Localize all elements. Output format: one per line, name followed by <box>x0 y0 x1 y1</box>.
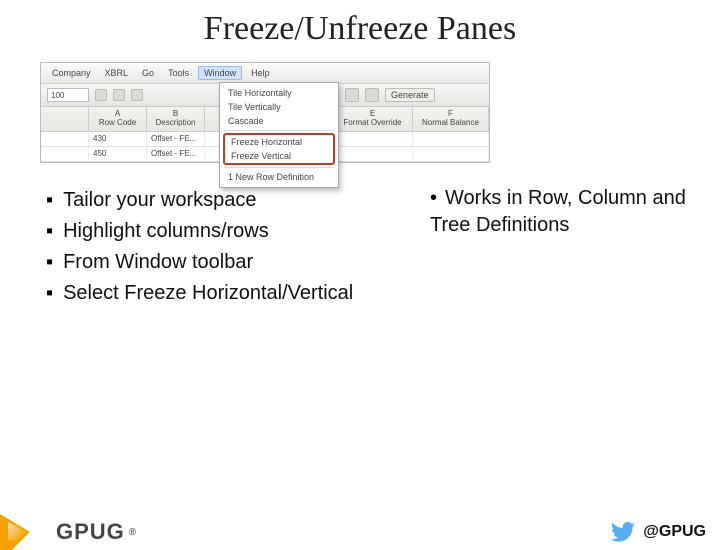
menu-freeze-vertical[interactable]: Freeze Vertical <box>225 149 333 163</box>
generate-button[interactable]: Generate <box>385 88 435 102</box>
col-f: FNormal Balance <box>413 107 489 131</box>
menu-freeze-horizontal[interactable]: Freeze Horizontal <box>225 135 333 149</box>
menu-tile-vertically[interactable]: Tile Vertically <box>220 100 338 114</box>
cell[interactable]: 450 <box>89 147 147 161</box>
italic-icon[interactable] <box>113 89 125 101</box>
list-item: Select Freeze Horizontal/Vertical <box>46 278 426 309</box>
content-area: Tailor your workspace Highlight columns/… <box>0 185 720 309</box>
twitter-icon <box>611 522 635 542</box>
logo-text: GPUG ® <box>56 519 137 545</box>
footer: GPUG ® @GPUG <box>0 514 720 550</box>
toolbar: 100 Generate Tile Horizontally Tile Vert… <box>41 84 489 107</box>
col-e: EFormat Override <box>333 107 413 131</box>
registered-mark: ® <box>129 527 137 538</box>
bullets-left: Tailor your workspace Highlight columns/… <box>46 185 426 309</box>
list-item: Tailor your workspace <box>46 185 426 216</box>
logo-flare-icon <box>0 514 60 550</box>
list-item: Works in Row, Column and Tree Definition… <box>430 185 710 239</box>
menu-tools[interactable]: Tools <box>163 67 194 79</box>
bold-icon[interactable] <box>95 89 107 101</box>
col-a: ARow Code <box>89 107 147 131</box>
list-item: Highlight columns/rows <box>46 216 426 247</box>
twitter-handle: @GPUG <box>643 523 706 541</box>
zoom-input[interactable]: 100 <box>47 88 89 102</box>
bullets-right: Works in Row, Column and Tree Definition… <box>430 185 710 309</box>
menu-cascade[interactable]: Cascade <box>220 114 338 128</box>
app-screenshot: Company XBRL Go Tools Window Help 100 Ge… <box>40 62 490 163</box>
freeze-highlight: Freeze Horizontal Freeze Vertical <box>223 133 335 165</box>
cell[interactable]: Offset - FE... <box>147 132 205 146</box>
menu-help[interactable]: Help <box>246 67 275 79</box>
toolbar-icon[interactable] <box>345 88 359 102</box>
menu-company[interactable]: Company <box>47 67 96 79</box>
menu-bar: Company XBRL Go Tools Window Help <box>41 63 489 84</box>
footer-logo: GPUG ® <box>0 514 137 550</box>
menu-new-row-def[interactable]: 1 New Row Definition <box>220 170 338 184</box>
window-dropdown: Tile Horizontally Tile Vertically Cascad… <box>219 82 339 188</box>
menu-window[interactable]: Window <box>198 66 242 80</box>
menu-xbrl[interactable]: XBRL <box>100 67 134 79</box>
footer-right: @GPUG <box>611 522 706 542</box>
slide-title: Freeze/Unfreeze Panes <box>0 10 720 48</box>
menu-go[interactable]: Go <box>137 67 159 79</box>
cell[interactable]: Offset - FE... <box>147 147 205 161</box>
col-b: BDescription <box>147 107 205 131</box>
toolbar-icon[interactable] <box>365 88 379 102</box>
cell[interactable]: 430 <box>89 132 147 146</box>
list-item: From Window toolbar <box>46 247 426 278</box>
underline-icon[interactable] <box>131 89 143 101</box>
menu-tile-horizontally[interactable]: Tile Horizontally <box>220 86 338 100</box>
col-selector <box>41 107 89 131</box>
